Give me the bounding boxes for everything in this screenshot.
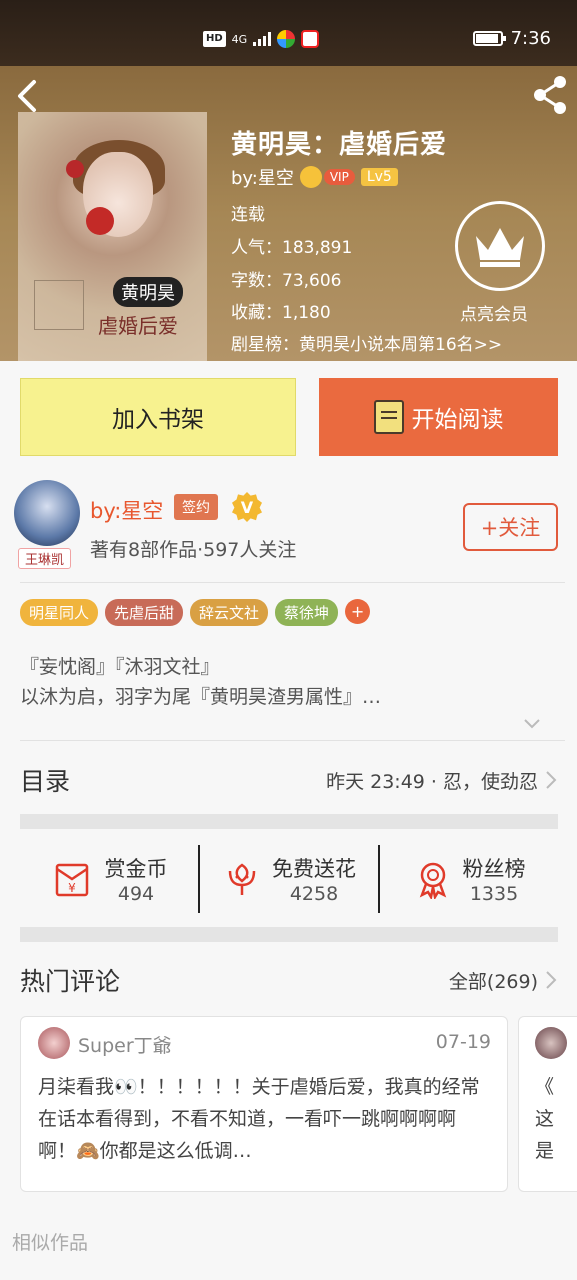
stat-label: 粉丝榜 bbox=[462, 857, 526, 881]
signal-bars-icon bbox=[253, 32, 272, 46]
book-cover[interactable]: 黄明昊 虐婚后爱 bbox=[18, 112, 207, 361]
stat-value: 4258 bbox=[289, 883, 339, 905]
rank-link[interactable]: 剧星榜：黄明昊小说本周第16名>> bbox=[231, 330, 502, 355]
book-author-row: by:星空 VIP Lv5 bbox=[231, 164, 398, 190]
stat-flowers[interactable]: 免费送花 4258 bbox=[198, 845, 378, 913]
tag[interactable]: 明星同人 bbox=[20, 599, 99, 626]
book-words: 字数：73,606 bbox=[231, 271, 342, 291]
author-stats: 著有8部作品·597人关注 bbox=[90, 539, 297, 561]
comment-card[interactable]: 《 这 是 bbox=[518, 1016, 577, 1192]
section-separator bbox=[20, 927, 558, 942]
tag[interactable]: 蔡徐坤 bbox=[275, 599, 339, 626]
status-icons: HD 4G bbox=[203, 30, 320, 48]
commenter-avatar[interactable] bbox=[535, 1027, 567, 1059]
red-envelope-icon: ¥ bbox=[55, 863, 88, 897]
chevron-right-icon bbox=[546, 771, 557, 789]
crown-icon bbox=[476, 228, 524, 267]
section-separator bbox=[20, 814, 558, 829]
author-name[interactable]: by:星空 bbox=[90, 495, 163, 525]
stat-label: 赏金币 bbox=[104, 857, 168, 881]
cover-name-tag: 黄明昊 bbox=[113, 277, 183, 307]
table-of-contents-row[interactable]: 目录 昨天 23:49 · 忍，使劲忍 bbox=[20, 760, 558, 800]
hd-icon: HD bbox=[203, 31, 226, 47]
news-app-icon bbox=[301, 30, 320, 48]
start-reading-button[interactable]: 开始阅读 bbox=[319, 378, 558, 456]
book-description[interactable]: 『妄忱阁』『沐羽文社』 以沐为启，羽字为尾『黄明昊渣男属性』… bbox=[20, 652, 381, 712]
stat-value: 494 bbox=[117, 883, 155, 905]
book-favorites: 收藏：1,180 bbox=[231, 303, 331, 323]
medal-icon bbox=[419, 862, 446, 899]
stat-value: 1335 bbox=[469, 883, 519, 905]
stat-reward[interactable]: ¥ 赏金币 494 bbox=[20, 845, 198, 913]
signed-badge: 签约 bbox=[174, 494, 218, 520]
comment-date: 07-19 bbox=[435, 1031, 491, 1053]
membership-label[interactable]: 点亮会员 bbox=[460, 300, 528, 325]
book-header: 黄明昊 虐婚后爱 黄明昊：虐婚后爱 by:星空 VIP Lv5 连载 人气：18… bbox=[0, 66, 577, 361]
svg-text:¥: ¥ bbox=[68, 881, 76, 895]
chevron-right-icon bbox=[546, 971, 557, 989]
hot-comments-title: 热门评论 bbox=[20, 967, 121, 996]
all-comments-link[interactable]: 全部(269) bbox=[449, 967, 558, 994]
signal-icon: 4G bbox=[231, 32, 248, 46]
stats-row: ¥ 赏金币 494 免费送花 4258 粉丝榜 1335 bbox=[20, 845, 558, 913]
follow-button[interactable]: +关注 bbox=[463, 503, 558, 551]
cover-subtitle: 虐婚后爱 bbox=[98, 314, 178, 338]
clock: 7:36 bbox=[510, 28, 551, 49]
back-arrow-icon[interactable] bbox=[12, 78, 42, 114]
battery-icon bbox=[472, 31, 506, 46]
similar-works-title: 相似作品 bbox=[12, 1232, 89, 1254]
toc-title: 目录 bbox=[20, 767, 71, 796]
app-notification-icon bbox=[277, 30, 296, 48]
share-icon[interactable] bbox=[529, 74, 571, 116]
add-to-shelf-button[interactable]: 加入书架 bbox=[20, 378, 296, 456]
author-avatar[interactable] bbox=[14, 480, 80, 546]
description-line: 以沐为启，羽字为尾『黄明昊渣男属性』… bbox=[20, 686, 382, 708]
comment-text: 月柒看我👀！！！！！！关于虐婚后爱，我真的经常在话本看得到，不看不知道，一看吓一… bbox=[38, 1076, 480, 1162]
latest-chapter: 昨天 23:49 · 忍，使劲忍 bbox=[326, 770, 538, 793]
comment-text: 《 这 是 bbox=[535, 1076, 555, 1162]
level-badge: Lv5 bbox=[360, 168, 398, 186]
book-icon bbox=[373, 400, 404, 434]
commenter-avatar[interactable] bbox=[38, 1027, 70, 1059]
toc-latest: 昨天 23:49 · 忍，使劲忍 bbox=[326, 767, 558, 794]
avatar-badge: 王琳凯 bbox=[18, 548, 72, 569]
book-title: 黄明昊：虐婚后爱 bbox=[231, 130, 448, 160]
status-bar: HD 4G 7:36 bbox=[0, 0, 577, 66]
flower-icon bbox=[228, 863, 256, 895]
book-author[interactable]: by:星空 bbox=[231, 164, 294, 190]
tag-list: 明星同人 先虐后甜 辞云文社 蔡徐坤 + bbox=[20, 599, 371, 626]
comment-card[interactable]: Super丁爺 07-19 月柒看我👀！！！！！！关于虐婚后爱，我真的经常在话本… bbox=[20, 1016, 508, 1192]
chevron-down-icon[interactable] bbox=[523, 714, 541, 732]
book-status: 连载 bbox=[231, 205, 265, 225]
verified-badge: V bbox=[232, 492, 262, 522]
crown-icon bbox=[299, 166, 322, 188]
divider bbox=[20, 740, 565, 741]
book-popularity: 人气：183,891 bbox=[231, 238, 353, 258]
start-reading-label: 开始阅读 bbox=[411, 407, 504, 433]
tag[interactable]: 辞云文社 bbox=[190, 599, 269, 626]
hot-comments-header: 热门评论 全部(269) bbox=[20, 960, 558, 1000]
tag[interactable]: 先虐后甜 bbox=[105, 599, 184, 626]
add-tag-button[interactable]: + bbox=[345, 599, 371, 624]
divider bbox=[20, 582, 565, 583]
stat-fans[interactable]: 粉丝榜 1335 bbox=[378, 845, 558, 913]
vip-badge: VIP bbox=[299, 166, 355, 188]
stat-label: 免费送花 bbox=[272, 857, 356, 881]
membership-crown-button[interactable] bbox=[455, 201, 545, 291]
status-right: 7:36 bbox=[472, 28, 551, 49]
commenter-name[interactable]: Super丁爺 bbox=[78, 1031, 172, 1058]
description-line: 『妄忱阁』『沐羽文社』 bbox=[20, 656, 220, 678]
